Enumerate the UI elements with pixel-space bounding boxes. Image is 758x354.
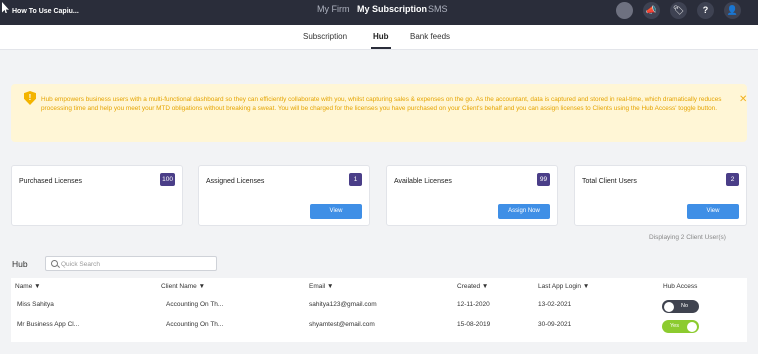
column-header-last-app-login[interactable]: Last App Login ▼ bbox=[538, 283, 589, 290]
cell-name: Mr Business App Cl... bbox=[17, 321, 80, 328]
nav-my-firm[interactable]: My Firm bbox=[317, 4, 350, 14]
top-navigation-bar: How To Use Capiu... My Firm My Subscript… bbox=[0, 0, 758, 25]
displaying-count: Displaying 2 Client User(s) bbox=[649, 234, 726, 241]
column-header-hub-access: Hub Access bbox=[663, 283, 698, 290]
nav-sms[interactable]: SMS bbox=[428, 4, 448, 14]
client-users-table: Name ▼ Client Name ▼ Email ▼ Created ▼ L… bbox=[11, 278, 747, 342]
cell-created: 12-11-2020 bbox=[457, 301, 490, 308]
close-icon[interactable]: ✕ bbox=[739, 94, 747, 105]
column-header-created[interactable]: Created ▼ bbox=[457, 283, 488, 290]
megaphone-icon[interactable]: 📣 bbox=[643, 2, 660, 19]
cell-email: shyamtest@email.com bbox=[309, 321, 375, 328]
nav-my-subscription[interactable]: My Subscription bbox=[357, 4, 427, 14]
toggle-label: Yes bbox=[670, 323, 679, 329]
info-alert: ! Hub empowers business users with a mul… bbox=[11, 84, 747, 142]
hub-access-toggle[interactable]: No bbox=[662, 300, 699, 313]
cell-client-name: Accounting On Th... bbox=[166, 301, 224, 308]
app-title: How To Use Capiu... bbox=[12, 8, 79, 15]
card-label: Purchased Licenses bbox=[19, 178, 83, 185]
hub-section-title: Hub bbox=[12, 259, 28, 269]
toggle-knob bbox=[664, 301, 674, 312]
cell-created: 15-08-2019 bbox=[457, 321, 491, 328]
tab-subscription[interactable]: Subscription bbox=[303, 32, 347, 41]
cell-client-name: Accounting On Th... bbox=[166, 321, 224, 328]
shield-warning-icon: ! bbox=[24, 91, 36, 105]
card-total-client-users: Total Client Users 2 View bbox=[574, 165, 747, 226]
count-badge: 99 bbox=[537, 173, 550, 186]
status-dot-icon[interactable] bbox=[616, 2, 633, 19]
count-badge: 100 bbox=[160, 173, 175, 186]
card-label: Available Licenses bbox=[394, 178, 452, 185]
toggle-label: No bbox=[681, 303, 689, 309]
count-badge: 2 bbox=[726, 173, 739, 186]
help-icon[interactable]: ? bbox=[697, 2, 714, 19]
quick-search[interactable] bbox=[45, 256, 217, 271]
card-available-licenses: Available Licenses 99 Assign Now bbox=[386, 165, 558, 226]
cell-email: sahitya123@gmail.com bbox=[309, 301, 377, 308]
card-purchased-licenses: Purchased Licenses 100 bbox=[11, 165, 183, 226]
sub-navigation: Subscription Hub Bank feeds bbox=[0, 25, 758, 50]
column-header-email[interactable]: Email ▼ bbox=[309, 283, 334, 290]
search-input[interactable] bbox=[61, 258, 211, 270]
tab-hub[interactable]: Hub bbox=[373, 32, 389, 41]
card-label: Assigned Licenses bbox=[206, 178, 265, 185]
view-users-button[interactable]: View bbox=[687, 204, 739, 219]
alert-message: Hub empowers business users with a multi… bbox=[41, 96, 722, 112]
hub-access-toggle[interactable]: Yes bbox=[662, 320, 699, 333]
view-assigned-button[interactable]: View bbox=[310, 204, 362, 219]
mouse-cursor-icon bbox=[2, 2, 9, 13]
cell-name: Miss Sahitya bbox=[17, 301, 54, 308]
user-icon[interactable]: 👤 bbox=[724, 2, 741, 19]
assign-now-button[interactable]: Assign Now bbox=[498, 204, 550, 219]
toggle-knob bbox=[687, 321, 697, 332]
tab-bank-feeds[interactable]: Bank feeds bbox=[410, 32, 450, 41]
count-badge: 1 bbox=[349, 173, 362, 186]
cell-last-app-login: 30-09-2021 bbox=[538, 321, 572, 328]
card-label: Total Client Users bbox=[582, 178, 637, 185]
search-icon bbox=[51, 260, 58, 267]
tag-icon[interactable]: 🏷 bbox=[670, 2, 687, 19]
column-header-client-name[interactable]: Client Name ▼ bbox=[161, 283, 205, 290]
column-header-name[interactable]: Name ▼ bbox=[15, 283, 41, 290]
cell-last-app-login: 13-02-2021 bbox=[538, 301, 572, 308]
active-tab-indicator bbox=[371, 47, 391, 49]
card-assigned-licenses: Assigned Licenses 1 View bbox=[198, 165, 370, 226]
